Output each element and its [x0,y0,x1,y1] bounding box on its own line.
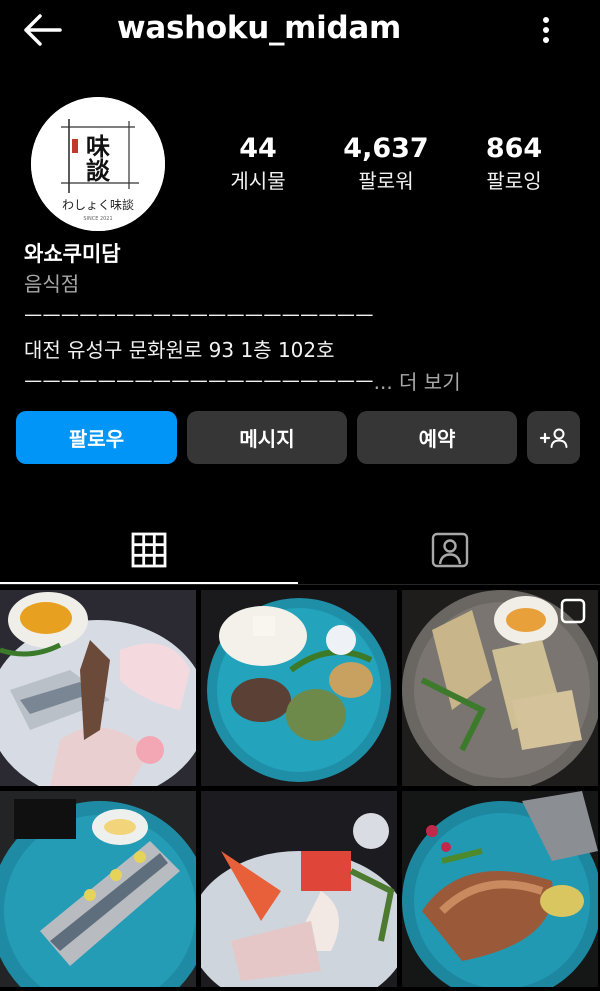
stat-followers[interactable]: 4,637 팔로워 [326,132,446,196]
logo-small-text: SINCE 2021 [83,216,112,222]
stat-following-label: 팔로잉 [486,169,542,193]
tab-grid[interactable] [0,515,298,585]
reserve-button[interactable]: 예약 [357,411,517,464]
suggest-accounts-button[interactable] [527,411,580,464]
bio-line: ㅡㅡㅡㅡㅡㅡㅡㅡㅡㅡㅡㅡㅡㅡㅡㅡㅡㅡㅡ [24,370,374,394]
grid-post-4[interactable] [0,791,196,987]
more-vertical-icon[interactable] [531,14,561,46]
post-image-sashimi-boat [201,791,397,987]
follow-button[interactable]: 팔로우 [16,411,177,464]
more-link[interactable]: ... 더 보기 [374,370,461,394]
logo-caption: わしょく味談 [62,197,134,212]
top-bar: washoku_midam [0,0,600,60]
post-image-sashimi-platter [0,590,196,786]
tab-divider [0,584,600,585]
profile-category: 음식점 [24,272,80,296]
stat-posts-value: 44 [239,133,277,164]
active-tab-indicator [0,582,298,584]
avatar[interactable]: 味 談 わしょく味談 SINCE 2021 [31,97,165,231]
bio-line: 대전 유성구 문화원로 93 1층 102호 [24,338,335,362]
grid-post-2[interactable] [201,590,397,786]
add-person-icon [539,428,567,448]
post-image-grilled-fish-plate [402,791,598,987]
post-image-grilled-fish [402,590,598,786]
grid-icon [131,532,167,568]
grid-post-1[interactable] [0,590,196,786]
profile-username: washoku_midam [117,10,402,46]
arrow-left-icon[interactable] [20,12,64,48]
stat-following-value: 864 [485,133,543,164]
grid-post-5[interactable] [201,791,397,987]
stat-posts-label: 게시물 [230,169,286,193]
profile-name: 와쇼쿠미담 [24,242,121,266]
logo-image: 味 談 わしょく味談 SINCE 2021 [31,97,165,231]
stat-following[interactable]: 864 팔로잉 [454,132,574,196]
stat-followers-label: 팔로워 [358,169,414,193]
grid-post-6[interactable] [402,791,598,987]
stat-followers-value: 4,637 [343,133,429,164]
bio-line: ㅡㅡㅡㅡㅡㅡㅡㅡㅡㅡㅡㅡㅡㅡㅡㅡㅡㅡㅡ [24,304,374,328]
post-image-mackerel-sushi [0,791,196,987]
grid-post-3[interactable] [402,590,598,786]
post-image-appetizer-plate [201,590,397,786]
bio-line-with-more: ㅡㅡㅡㅡㅡㅡㅡㅡㅡㅡㅡㅡㅡㅡㅡㅡㅡㅡㅡ... 더 보기 [24,366,461,395]
tagged-person-icon [431,532,469,568]
stat-posts[interactable]: 44 게시물 [198,132,318,196]
logo-kanji-bottom: 談 [86,156,111,185]
message-button[interactable]: 메시지 [187,411,347,464]
tab-tagged[interactable] [300,515,600,585]
